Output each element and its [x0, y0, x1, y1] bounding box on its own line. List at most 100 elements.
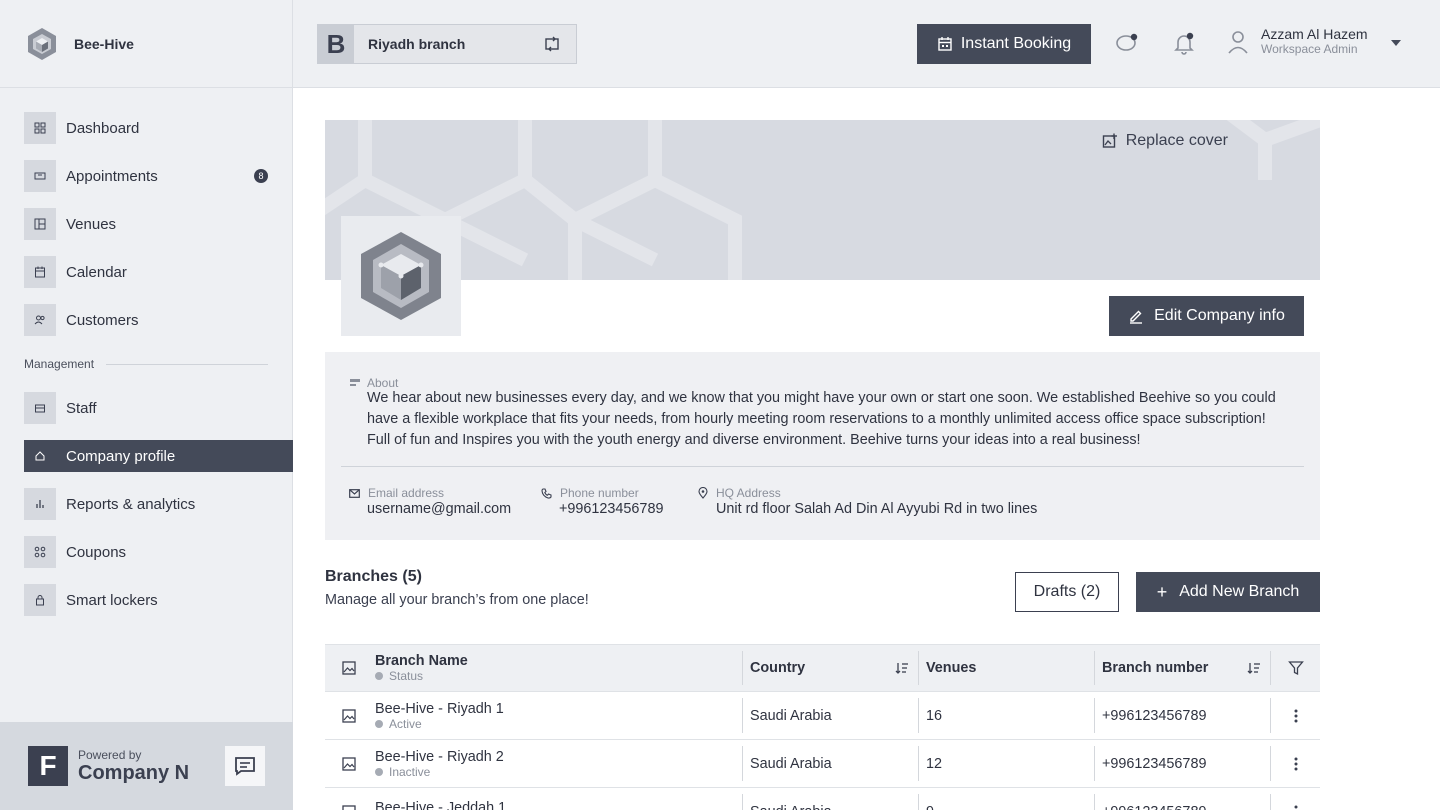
powered-by-caption: Powered by — [78, 747, 142, 762]
plus-icon: + — [1156, 581, 1168, 602]
country-cell: Saudi Arabia — [750, 755, 832, 772]
table-header: Branch Name Status Country Venues Branch… — [325, 644, 1320, 692]
user-menu[interactable]: Azzam Al Hazem Workspace Admin — [1227, 26, 1368, 56]
branch-name: Bee-Hive - Riyadh 1 — [375, 700, 504, 717]
phone-contact: Phone number +996123456789 — [541, 486, 663, 517]
sort-icon[interactable] — [1247, 662, 1261, 674]
branches-table: Branch Name Status Country Venues Branch… — [325, 644, 1320, 810]
column-divider — [742, 746, 743, 781]
branch-name: Bee-Hive - Jeddah 1 — [375, 799, 507, 810]
add-new-branch-button[interactable]: + Add New Branch — [1136, 572, 1320, 612]
pencil-icon — [1130, 310, 1143, 324]
cover-image: Replace cover — [325, 120, 1320, 280]
sidebar-item-label: Coupons — [66, 543, 127, 561]
home-icon — [24, 440, 56, 472]
sidebar-item-customers[interactable]: Customers — [0, 296, 292, 344]
phone-value[interactable]: +996123456789 — [559, 501, 663, 517]
branch-switcher[interactable]: B Riyadh branch — [317, 24, 577, 64]
text-icon — [350, 379, 360, 386]
instant-booking-button[interactable]: Instant Booking — [917, 24, 1091, 64]
beehive-logo-icon — [361, 232, 441, 320]
branch-name-cell: Bee-Hive - Jeddah 1 — [375, 788, 740, 810]
company-logo[interactable] — [341, 216, 461, 336]
replace-cover-button[interactable]: Replace cover — [1102, 132, 1228, 150]
column-divider — [1094, 698, 1095, 733]
mail-icon — [349, 488, 360, 498]
image-icon — [342, 661, 356, 675]
brand-name: Bee-Hive — [74, 35, 134, 52]
branch-name: Bee-Hive - Riyadh 2 — [375, 748, 504, 765]
venues-column-header[interactable]: Venues — [926, 645, 1096, 691]
sidebar-item-company-profile[interactable]: Company profile — [0, 432, 295, 480]
branch-number-cell: +996123456789 — [1102, 707, 1207, 724]
row-menu-button[interactable] — [1280, 788, 1312, 810]
support-chat-button[interactable] — [225, 746, 265, 786]
sidebar-item-label: Smart lockers — [66, 591, 158, 609]
top-header: B Riyadh branch Instant Booking Azzam Al… — [293, 0, 1440, 88]
venues-cell: 9 — [926, 788, 1096, 810]
email-value[interactable]: username@gmail.com — [367, 501, 511, 517]
sidebar-item-appointments[interactable]: Appointments 8 — [0, 152, 292, 200]
country-cell: Saudi Arabia — [750, 707, 832, 724]
branch-image — [325, 788, 373, 810]
table-row[interactable]: Bee-Hive - Jeddah 1 Saudi Arabia 9 +9961… — [325, 788, 1320, 810]
sidebar-item-label: Company profile — [66, 447, 176, 465]
chevron-down-icon[interactable] — [1391, 40, 1401, 46]
column-divider — [1270, 651, 1271, 685]
calendar-icon — [938, 37, 952, 51]
bell-icon — [1174, 32, 1194, 55]
column-divider — [1270, 698, 1271, 733]
section-title: Management — [24, 357, 95, 371]
appointments-count-badge: 8 — [254, 169, 268, 183]
column-divider — [918, 698, 919, 733]
sidebar-item-calendar[interactable]: Calendar — [0, 248, 292, 296]
sidebar-item-label: Dashboard — [66, 119, 140, 137]
image-column-header — [325, 645, 373, 691]
edit-company-info-button[interactable]: Edit Company info — [1109, 296, 1304, 336]
brand[interactable]: Bee-Hive — [0, 0, 292, 88]
staff-icon — [24, 392, 56, 424]
powered-by: F Powered by Company N — [0, 722, 293, 810]
sidebar-item-label: Staff — [66, 399, 97, 417]
address-contact: HQ Address Unit rd floor Salah Ad Din Al… — [698, 486, 1037, 517]
chat-bubble-icon — [1116, 33, 1138, 51]
column-divider — [918, 651, 919, 685]
instant-booking-label: Instant Booking — [960, 35, 1072, 52]
notifications-button[interactable] — [1171, 30, 1197, 56]
divider — [106, 363, 268, 365]
sidebar-item-coupons[interactable]: Coupons — [0, 528, 292, 576]
image-icon — [342, 708, 356, 723]
sort-icon[interactable] — [895, 662, 909, 674]
drafts-button[interactable]: Drafts (2) — [1015, 572, 1119, 612]
sidebar-item-reports[interactable]: Reports & analytics — [0, 480, 292, 528]
chat-icon — [235, 757, 255, 776]
divider — [341, 466, 1304, 467]
image-icon — [342, 756, 356, 771]
sidebar-item-label: Appointments — [66, 167, 158, 185]
image-edit-icon — [1102, 133, 1117, 148]
replace-cover-label: Replace cover — [1125, 132, 1228, 149]
branch-name-column-header[interactable]: Branch Name Status — [375, 645, 740, 691]
user-name: Azzam Al Hazem — [1261, 26, 1368, 42]
venue-icon — [24, 208, 56, 240]
sidebar-item-venues[interactable]: Venues — [0, 200, 292, 248]
sidebar-item-smart-lockers[interactable]: Smart lockers — [0, 576, 292, 624]
table-row[interactable]: Bee-Hive - Riyadh 2 Inactive Saudi Arabi… — [325, 740, 1320, 788]
row-menu-button[interactable] — [1280, 692, 1312, 739]
powered-by-text: Powered by Company N — [78, 748, 189, 785]
address-label: HQ Address — [716, 486, 781, 500]
messages-button[interactable] — [1114, 30, 1140, 56]
sidebar-item-label: Calendar — [66, 263, 127, 281]
calendar-icon — [24, 256, 56, 288]
sidebar-item-dashboard[interactable]: Dashboard — [0, 104, 292, 152]
sidebar-item-staff[interactable]: Staff — [0, 384, 292, 432]
table-row[interactable]: Bee-Hive - Riyadh 1 Active Saudi Arabia … — [325, 692, 1320, 740]
branch-number-cell: +996123456789 — [1102, 788, 1272, 810]
edit-company-info-label: Edit Company info — [1154, 307, 1285, 324]
company-profile-page: Replace cover Edit Company info About We… — [293, 88, 1440, 810]
filter-button[interactable] — [1280, 645, 1312, 691]
column-divider — [1094, 746, 1095, 781]
branch-name-cell: Bee-Hive - Riyadh 1 Active — [375, 692, 740, 739]
dashboard-icon — [24, 112, 56, 144]
row-menu-button[interactable] — [1280, 740, 1312, 787]
